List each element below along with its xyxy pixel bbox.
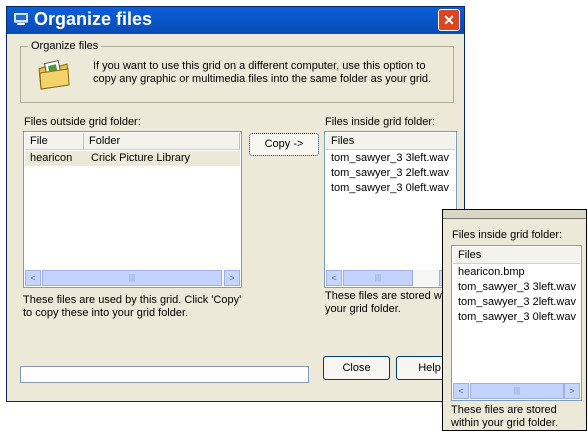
scroll-thumb[interactable]: ||| — [42, 270, 222, 286]
list-item[interactable]: tom_sawyer_3 0left.wav — [453, 310, 580, 325]
outside-files-list[interactable]: File Folder hearicon Crick Picture Libra… — [23, 131, 242, 288]
list-item[interactable]: tom_sawyer_3 2left.wav — [453, 295, 580, 310]
scroll-thumb[interactable]: ||| — [343, 270, 413, 286]
folder-icon — [38, 60, 70, 90]
overlay-inside-files-description: These files are stored within your grid … — [451, 404, 558, 429]
overlay-inside-files-list[interactable]: Files hearicon.bmp tom_sawyer_3 3left.wa… — [451, 245, 582, 401]
file-cell: hearicon — [30, 152, 73, 164]
scroll-thumb[interactable]: ||| — [470, 383, 564, 399]
info-text: If you want to use this grid on a differ… — [93, 60, 432, 85]
folder-cell: Crick Picture Library — [91, 152, 191, 164]
zoomed-inside-files-panel: Files inside grid folder: Files hearicon… — [442, 209, 587, 431]
file-name: hearicon.bmp — [458, 266, 525, 278]
overlay-column-header-files[interactable]: Files — [453, 247, 581, 263]
close-window-button[interactable]: ✕ — [438, 9, 460, 31]
inside-files-list[interactable]: Files tom_sawyer_3 3left.wav tom_sawyer_… — [324, 131, 457, 288]
file-name: tom_sawyer_3 0left.wav — [458, 311, 576, 323]
inside-horizontal-scrollbar[interactable]: < ||| > — [326, 270, 455, 286]
scroll-left-icon[interactable]: < — [326, 270, 342, 286]
inside-list-header: Files — [326, 133, 455, 150]
file-name: tom_sawyer_3 0left.wav — [331, 182, 449, 194]
scroll-left-icon[interactable]: < — [25, 270, 41, 286]
column-header-folder[interactable]: Folder — [84, 133, 240, 149]
overlay-list-header: Files — [453, 247, 580, 264]
list-item[interactable]: tom_sawyer_3 3left.wav — [453, 280, 580, 295]
file-name: tom_sawyer_3 2left.wav — [458, 296, 576, 308]
file-name: tom_sawyer_3 3left.wav — [458, 281, 576, 293]
table-row[interactable]: hearicon Crick Picture Library — [25, 151, 240, 166]
list-item[interactable]: hearicon.bmp — [453, 265, 580, 280]
copy-button[interactable]: Copy -> — [249, 133, 319, 156]
window-title: Organize files — [34, 9, 153, 29]
column-header-file[interactable]: File — [25, 133, 84, 149]
file-name: tom_sawyer_3 3left.wav — [331, 152, 449, 164]
list-item[interactable]: tom_sawyer_3 3left.wav — [326, 151, 455, 166]
inside-files-label: Files inside grid folder: — [325, 116, 436, 128]
outside-files-label: Files outside grid folder: — [24, 116, 141, 128]
organize-files-dialog: Organize files ✕ Organize files If you w… — [6, 6, 465, 402]
list-item[interactable]: tom_sawyer_3 0left.wav — [326, 181, 455, 196]
close-button[interactable]: Close — [323, 356, 390, 380]
outside-files-description: These files are used by this grid. Click… — [23, 294, 242, 319]
group-label: Organize files — [28, 40, 102, 52]
file-name: tom_sawyer_3 2left.wav — [331, 167, 449, 179]
scroll-right-icon[interactable]: > — [224, 270, 240, 286]
progress-bar — [20, 366, 309, 383]
scroll-right-icon[interactable]: > — [564, 383, 580, 399]
list-item[interactable]: tom_sawyer_3 2left.wav — [326, 166, 455, 181]
overlay-inside-files-label: Files inside grid folder: — [452, 229, 563, 241]
overlay-horizontal-scrollbar[interactable]: < ||| > — [453, 383, 580, 399]
title-bar[interactable]: Organize files ✕ — [7, 7, 464, 34]
outside-list-header: File Folder — [25, 133, 240, 150]
overlay-top-edge — [443, 210, 586, 219]
outside-horizontal-scrollbar[interactable]: < ||| > — [25, 270, 240, 286]
app-window-icon — [14, 13, 28, 25]
column-header-files[interactable]: Files — [326, 133, 456, 149]
scroll-left-icon[interactable]: < — [453, 383, 469, 399]
